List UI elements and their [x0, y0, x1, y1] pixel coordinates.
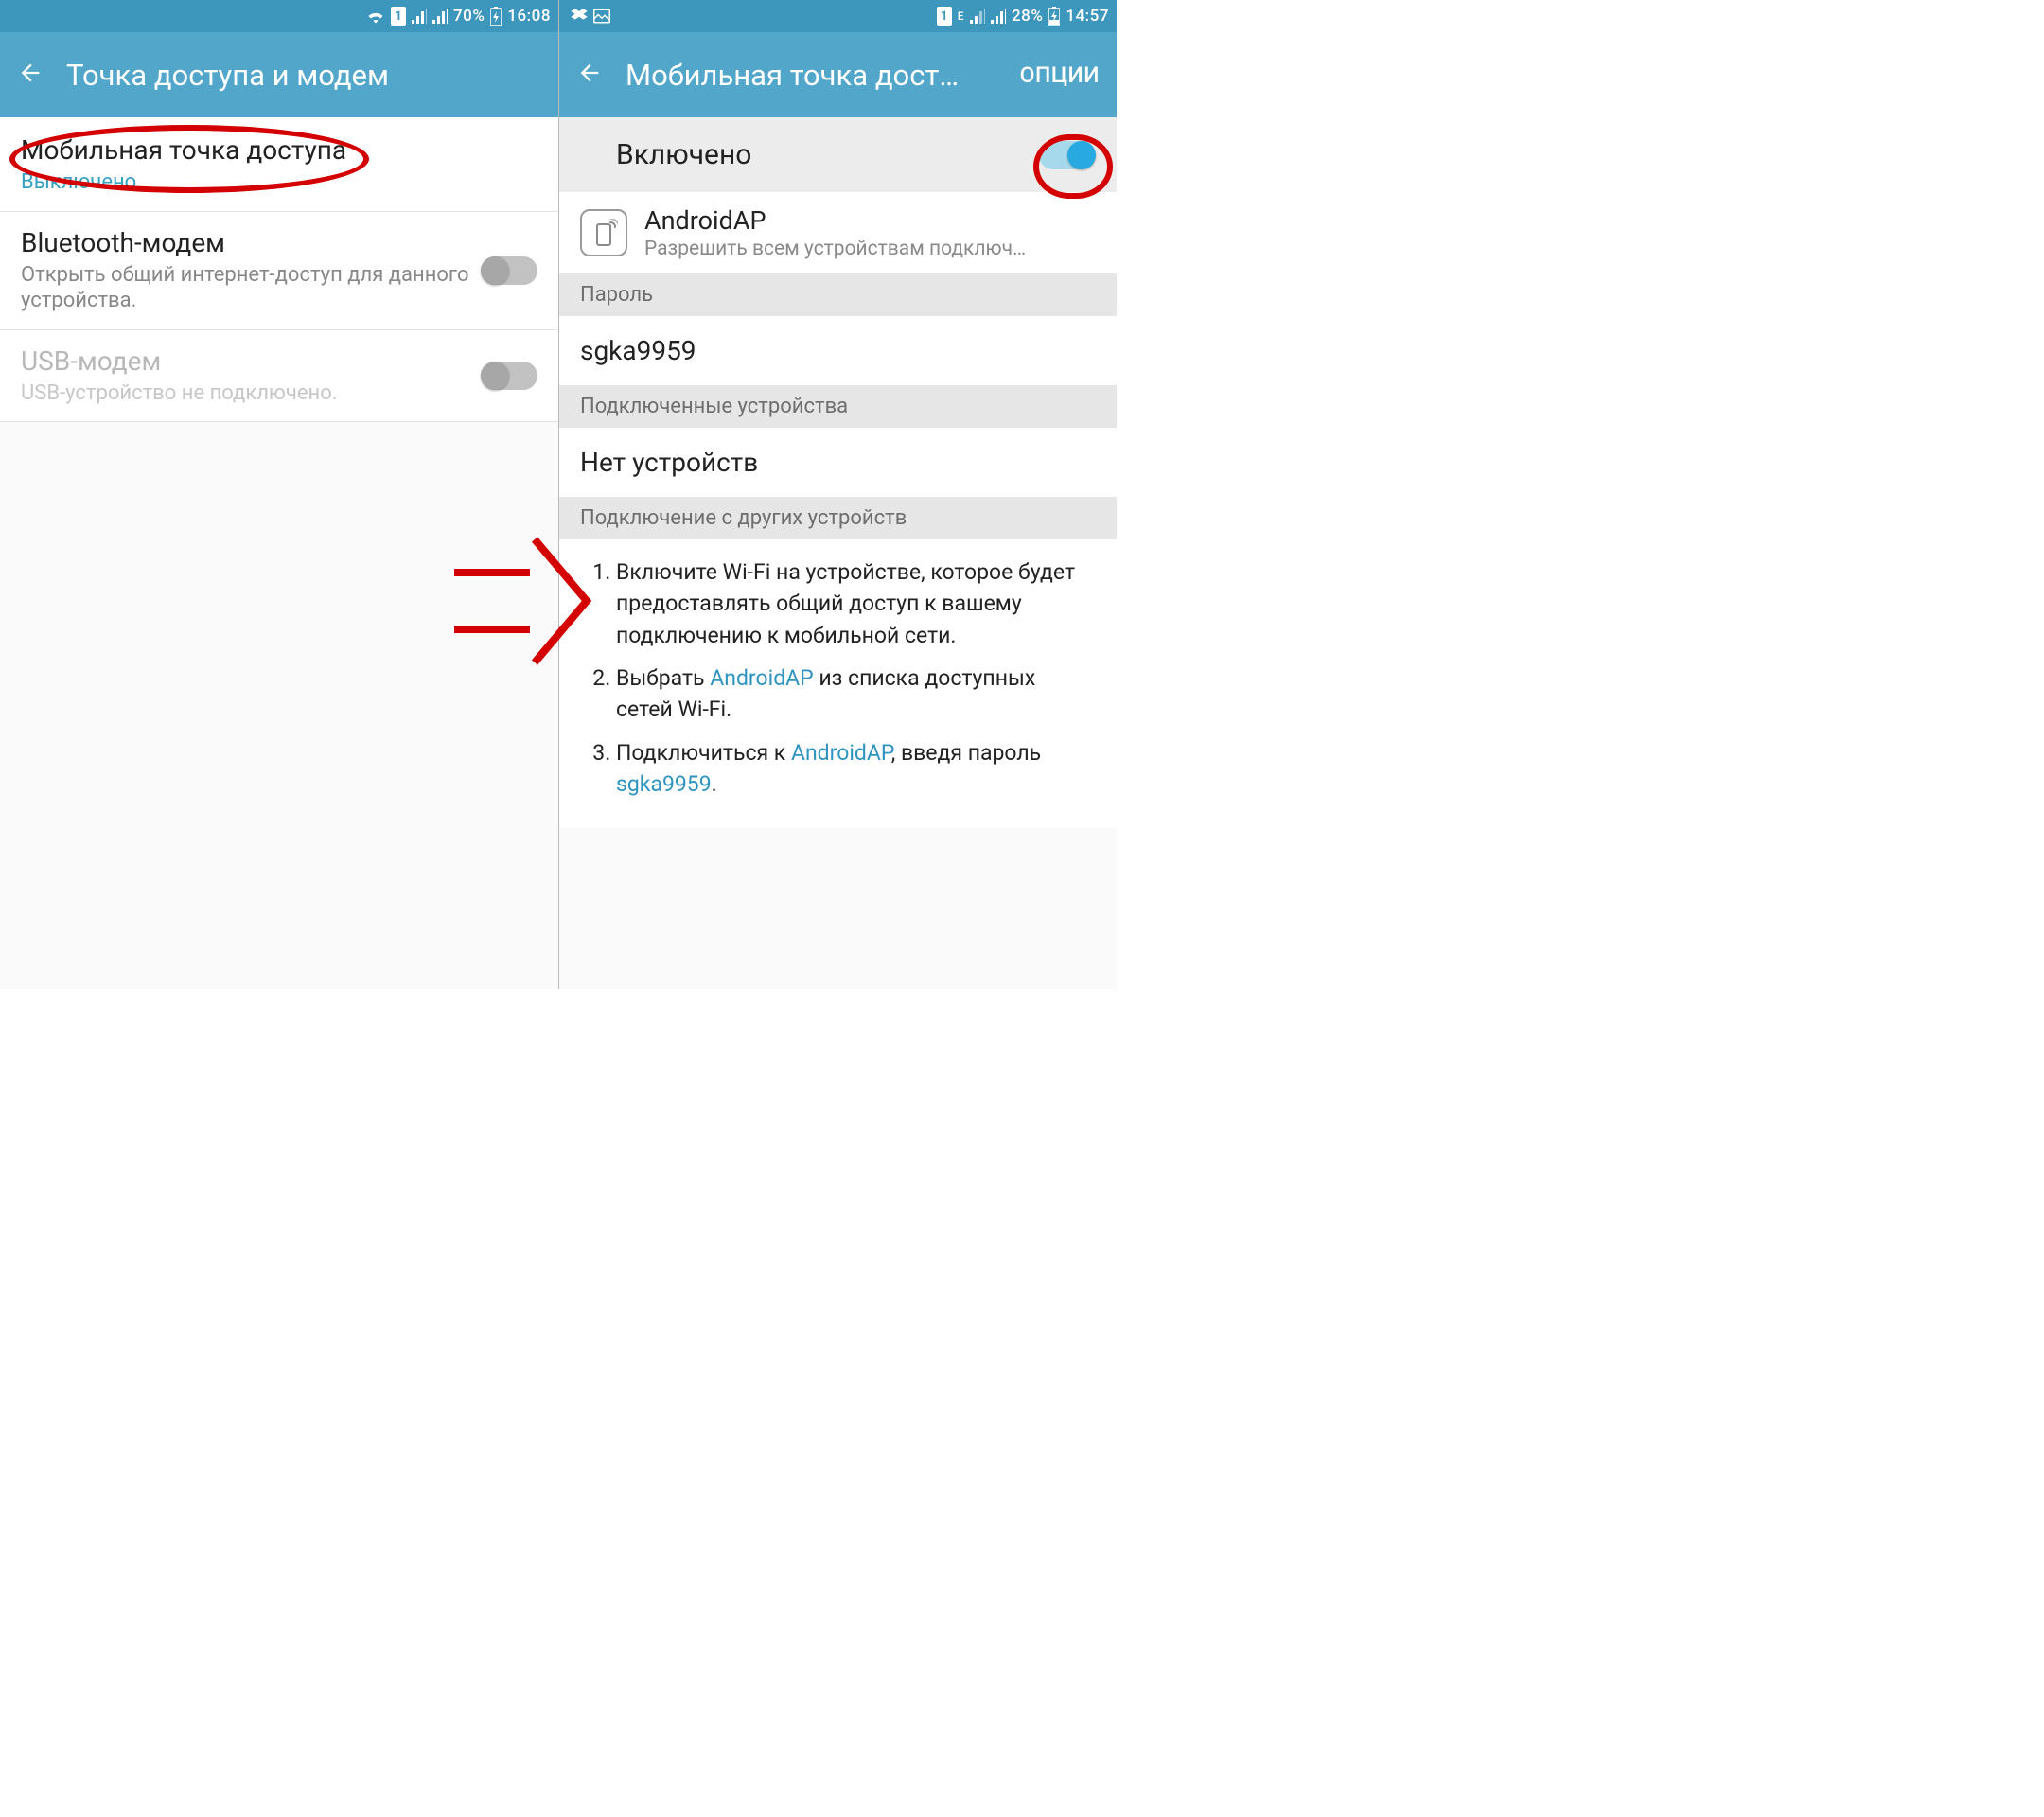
row-enabled: Включено	[559, 117, 1117, 192]
battery-charging-icon	[490, 7, 502, 26]
battery-charging-icon	[1048, 7, 1060, 26]
password-value[interactable]: sgka9959	[559, 316, 1117, 385]
ap-name-highlight: AndroidAP	[710, 665, 813, 691]
row-mobile-hotspot[interactable]: Мобильная точка доступа Выключено	[0, 117, 558, 212]
signal2-icon	[432, 9, 448, 24]
network-type: E	[958, 9, 964, 23]
ap-name: AndroidAP	[644, 205, 1026, 236]
status-bar: 1 E 28% 14:57	[559, 0, 1117, 32]
row-subtitle: USB-устройство не подключено.	[21, 380, 481, 407]
row-usb-tether: USB-модем USB-устройство не подключено.	[0, 330, 558, 423]
instruction-step: Включите Wi-Fi на устройстве, которое бу…	[616, 556, 1096, 651]
section-connected: Подключенные устройства	[559, 385, 1117, 428]
clock: 16:08	[507, 7, 551, 26]
screen-tethering: 1 70% 16:08 Точка доступа и модем Мобиль…	[0, 0, 558, 989]
app-bar: Точка доступа и модем	[0, 32, 558, 117]
instruction-step: Подключиться к AndroidAP, введя пароль s…	[616, 737, 1096, 801]
row-status: Выключено	[21, 169, 537, 196]
section-howto: Подключение с других устройств	[559, 497, 1117, 539]
screen-hotspot-detail: 1 E 28% 14:57 Мобильная точка дост… ОПЦИ…	[558, 0, 1117, 989]
dropbox-icon	[571, 9, 588, 24]
row-title: USB-модем	[21, 345, 481, 377]
row-title: Мобильная точка доступа	[21, 134, 537, 166]
row-bluetooth-tether[interactable]: Bluetooth-модем Открыть общий интернет-д…	[0, 212, 558, 330]
wifi-icon	[366, 9, 385, 24]
section-password: Пароль	[559, 273, 1117, 316]
hotspot-detail: Включено AndroidAP Разрешить всем устрой…	[559, 117, 1117, 989]
page-title: Мобильная точка дост…	[626, 58, 1009, 93]
signal-icon	[412, 9, 427, 24]
back-icon[interactable]	[576, 60, 603, 90]
app-bar: Мобильная точка дост… ОПЦИИ	[559, 32, 1117, 117]
sim-icon: 1	[937, 7, 952, 26]
ap-name-highlight: AndroidAP	[791, 740, 891, 766]
enabled-label: Включено	[616, 138, 1039, 171]
signal-icon	[970, 9, 985, 24]
password-highlight: sgka9959	[616, 771, 712, 797]
usb-toggle	[481, 362, 537, 390]
status-bar: 1 70% 16:08	[0, 0, 558, 32]
settings-list: Мобильная точка доступа Выключено Blueto…	[0, 117, 558, 989]
no-devices: Нет устройств	[559, 428, 1117, 497]
instruction-step: Выбрать AndroidAP из списка доступных се…	[616, 662, 1096, 726]
back-icon[interactable]	[17, 60, 44, 90]
options-button[interactable]: ОПЦИИ	[1020, 62, 1100, 88]
instructions-list: Включите Wi-Fi на устройстве, которое бу…	[559, 539, 1117, 828]
signal2-icon	[991, 9, 1006, 24]
sim-icon: 1	[391, 7, 406, 26]
row-subtitle: Открыть общий интернет-доступ для данног…	[21, 262, 481, 314]
bluetooth-toggle[interactable]	[481, 256, 537, 285]
hotspot-toggle[interactable]	[1039, 141, 1096, 169]
picture-icon	[593, 9, 610, 24]
battery-percent: 28%	[1012, 7, 1043, 26]
clock: 14:57	[1066, 7, 1109, 26]
row-ap-config[interactable]: AndroidAP Разрешить всем устройствам под…	[559, 192, 1117, 273]
row-title: Bluetooth-модем	[21, 227, 481, 258]
page-title: Точка доступа и модем	[66, 58, 541, 93]
hotspot-device-icon	[580, 209, 627, 256]
battery-percent: 70%	[453, 7, 485, 26]
ap-desc: Разрешить всем устройствам подключ…	[644, 238, 1026, 260]
